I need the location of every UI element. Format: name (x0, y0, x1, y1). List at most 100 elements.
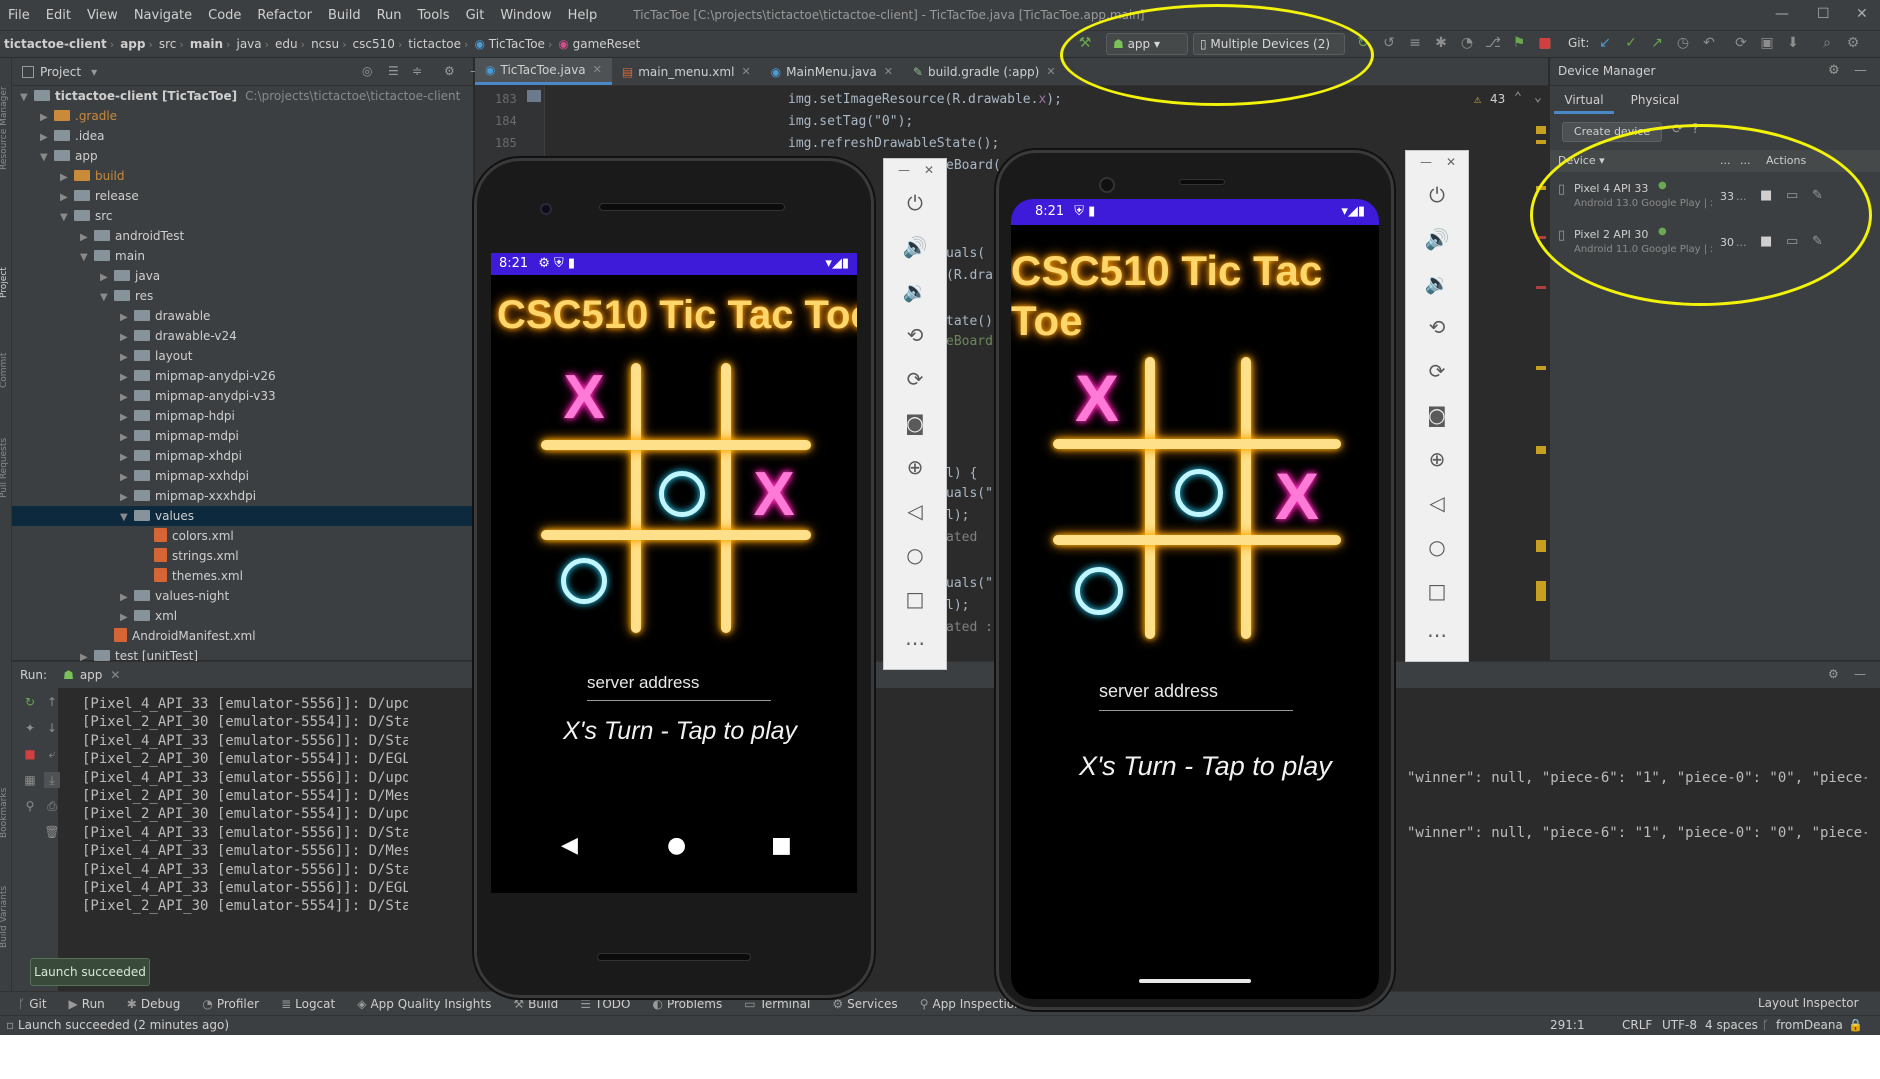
sdk-manager-icon[interactable]: ⬇ (1784, 34, 1802, 52)
more-icon[interactable]: ⋯ (1406, 623, 1468, 647)
tree-node[interactable]: ▶ androidTest (12, 226, 474, 246)
soft-wrap-icon[interactable]: ⤶ (44, 746, 60, 762)
tree-node[interactable]: ▶ xml (12, 606, 474, 626)
file-encoding[interactable]: UTF-8 (1662, 1016, 1697, 1035)
tree-node[interactable]: ▶ layout (12, 346, 474, 366)
tab-virtual[interactable]: Virtual (1554, 88, 1614, 114)
menu-view[interactable]: View (87, 8, 118, 23)
tree-node[interactable]: ▶ mipmap-xxxhdpi (12, 486, 474, 506)
bottom-tab-profiler[interactable]: ◔ Profiler (202, 997, 259, 1011)
power-icon[interactable]: ⏻ (1406, 183, 1468, 207)
cell-0-x[interactable]: X (1067, 365, 1127, 431)
panel-options-icon[interactable]: ⚙ (444, 64, 455, 78)
overview-icon[interactable]: □ (1406, 579, 1468, 603)
git-branch[interactable]: fromDeana (1776, 1016, 1843, 1035)
git-history-icon[interactable]: ◷ (1674, 34, 1692, 52)
bottom-tab-app-quality-insights[interactable]: ◈ App Quality Insights (357, 997, 491, 1011)
camera-icon[interactable]: ◙ (1406, 403, 1468, 427)
tree-node[interactable]: ▶ mipmap-xxhdpi (12, 466, 474, 486)
tree-node[interactable]: ▶ java (12, 266, 474, 286)
chevron-right-icon[interactable]: ▶ (120, 328, 134, 348)
run-config-tab[interactable]: app (80, 668, 103, 682)
trash-icon[interactable]: 🗑 (44, 824, 60, 840)
stop-icon[interactable]: ■ (1536, 34, 1554, 52)
tree-node[interactable]: ▶ .idea (12, 126, 474, 146)
chevron-down-icon[interactable]: ▼ (120, 508, 134, 528)
back-nav-icon[interactable]: ◀ (561, 833, 578, 858)
collapse-all-icon[interactable]: ≑ (412, 64, 422, 78)
warning-icon[interactable]: ⚠ (1474, 92, 1481, 106)
close-tab-icon[interactable]: ✕ (741, 59, 750, 85)
bookmarks-tab[interactable]: Bookmarks (0, 788, 9, 838)
menu-window[interactable]: Window (500, 8, 551, 23)
status-message[interactable]: Launch succeeded (2 minutes ago) (18, 1016, 229, 1035)
pull-requests-tab[interactable]: Pull Requests (0, 438, 9, 498)
tree-node[interactable]: ▶ mipmap-xhdpi (12, 446, 474, 466)
project-panel-title[interactable]: Project (40, 65, 81, 79)
git-commit-icon[interactable]: ✓ (1622, 34, 1640, 52)
breadcrumb-edu[interactable]: edu (275, 37, 298, 51)
chevron-right-icon[interactable]: ▶ (120, 488, 134, 508)
chevron-right-icon[interactable]: ▶ (120, 608, 134, 628)
rotate-right-icon[interactable]: ⟳ (884, 367, 946, 391)
project-tool-tab[interactable]: Project (0, 267, 9, 298)
search-icon[interactable]: ⌕ (1818, 34, 1836, 52)
chevron-right-icon[interactable]: ▶ (100, 268, 114, 288)
scroll-down-icon[interactable]: ↓ (44, 720, 60, 736)
tree-node[interactable]: ▶ mipmap-hdpi (12, 406, 474, 426)
back-icon[interactable]: ◁ (884, 499, 946, 523)
tab-physical[interactable]: Physical (1620, 88, 1690, 114)
home-icon[interactable]: ○ (1406, 535, 1468, 559)
server-address-input[interactable]: server address (1099, 681, 1293, 711)
tree-node[interactable]: AndroidManifest.xml (12, 626, 474, 646)
tree-node[interactable]: ▶ mipmap-anydpi-v33 (12, 386, 474, 406)
next-highlight-icon[interactable]: ⌄ (1534, 90, 1542, 105)
volume-up-icon[interactable]: 🔊 (1406, 227, 1468, 251)
expand-all-icon[interactable]: ☰ (388, 64, 399, 78)
breadcrumb-ncsu[interactable]: ncsu (311, 37, 339, 51)
chevron-right-icon[interactable]: ▶ (120, 428, 134, 448)
menu-code[interactable]: Code (208, 8, 241, 23)
tab-main-menu-xml[interactable]: ▤ main_menu.xml ✕ (612, 58, 761, 85)
layout-icon[interactable]: ▦ (22, 772, 38, 788)
more-icon[interactable]: ⋯ (884, 631, 946, 655)
menu-edit[interactable]: Edit (46, 8, 71, 23)
tree-node[interactable]: ▶ mipmap-mdpi (12, 426, 474, 446)
rotate-left-icon[interactable]: ⟲ (884, 323, 946, 347)
close-icon[interactable]: ✕ (1856, 6, 1868, 22)
breadcrumb-method[interactable]: ◉ gameReset (558, 37, 640, 51)
back-icon[interactable]: ◁ (1406, 491, 1468, 515)
tree-node[interactable]: ▶ drawable-v24 (12, 326, 474, 346)
menu-refactor[interactable]: Refactor (257, 8, 312, 23)
breadcrumb-tictactoe[interactable]: tictactoe (408, 37, 461, 51)
power-icon[interactable]: ⏻ (884, 191, 946, 215)
phone-screen[interactable]: 8:21 ⚙ ⛨ ▮ ▾◢▮ CSC510 Tic Tac Toe X X serv… (491, 253, 857, 893)
volume-up-icon[interactable]: 🔊 (884, 235, 946, 259)
hide-panel-icon[interactable]: — (1854, 63, 1867, 78)
overview-icon[interactable]: □ (884, 587, 946, 611)
tree-node[interactable]: ▶ values-night (12, 586, 474, 606)
chevron-right-icon[interactable]: ▶ (120, 588, 134, 608)
pin-icon[interactable]: ⚲ (22, 798, 38, 814)
volume-down-icon[interactable]: 🔉 (884, 279, 946, 303)
tree-node[interactable]: colors.xml (12, 526, 474, 546)
profile-icon[interactable]: ◔ (1458, 34, 1476, 52)
tree-node[interactable]: ▼ res (12, 286, 474, 306)
bottom-tab-terminal[interactable]: ▭ Terminal (744, 997, 810, 1011)
breadcrumb-csc510[interactable]: csc510 (353, 37, 395, 51)
cell-6-o[interactable] (561, 558, 607, 604)
zoom-icon[interactable]: ⊕ (1406, 447, 1468, 471)
home-nav-icon[interactable]: ● (667, 833, 686, 858)
rotate-right-icon[interactable]: ⟳ (1406, 359, 1468, 383)
chevron-right-icon[interactable]: ▶ (120, 308, 134, 328)
bottom-tab-todo[interactable]: ☰ TODO (580, 997, 630, 1011)
indent-setting[interactable]: 4 spaces (1705, 1016, 1758, 1035)
git-rollback-icon[interactable]: ↶ (1700, 34, 1718, 52)
volume-down-icon[interactable]: 🔉 (1406, 271, 1468, 295)
bottom-tab-git[interactable]: ᚴ Git (18, 997, 47, 1011)
chevron-right-icon[interactable]: ▶ (40, 108, 54, 128)
cell-6-o[interactable] (1075, 567, 1123, 615)
git-push-icon[interactable]: ↗ (1648, 34, 1666, 52)
settings-icon[interactable]: ⚙ (1844, 34, 1862, 52)
close-icon[interactable]: ✕ (1446, 155, 1456, 169)
